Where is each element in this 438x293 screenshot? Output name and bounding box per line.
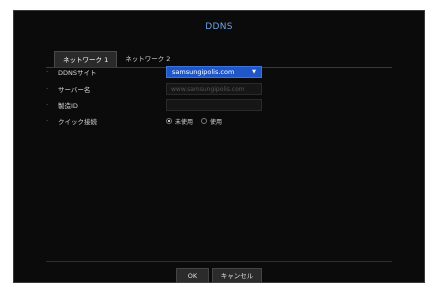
bullet-icon: · xyxy=(46,101,49,109)
radio-use[interactable]: 使用 xyxy=(201,117,222,126)
tab-network-1[interactable]: ネットワーク 1 xyxy=(54,51,118,67)
radio-empty-icon xyxy=(201,118,208,124)
ddns-dialog: DDNS ネットワーク 1 ネットワーク 2 · DDNSサイト samsung… xyxy=(13,10,425,283)
radio-use-label: 使用 xyxy=(210,118,223,126)
dialog-title: DDNS xyxy=(205,22,233,32)
footer-divider xyxy=(46,261,392,262)
server-name-placeholder: www.samsungipolis.com xyxy=(171,85,245,93)
radio-selected-icon xyxy=(166,118,172,124)
product-id-row: · 製造ID xyxy=(46,99,78,111)
bullet-icon: · xyxy=(46,85,49,93)
ok-button[interactable]: OK xyxy=(176,268,209,283)
server-name-label: サーバー名 xyxy=(58,86,91,94)
cancel-button[interactable]: キャンセル xyxy=(212,268,262,283)
radio-unused-label: 未使用 xyxy=(175,118,194,126)
product-id-input[interactable] xyxy=(166,99,262,111)
server-name-row: · サーバー名 xyxy=(46,83,90,95)
bullet-icon: · xyxy=(46,117,49,125)
quick-connect-row: · クイック接続 xyxy=(46,115,97,127)
server-name-input[interactable]: www.samsungipolis.com xyxy=(166,83,262,95)
ddns-site-value: samsungipolis.com xyxy=(172,68,235,76)
chevron-down-icon: ▼ xyxy=(252,69,256,75)
tab-bar: ネットワーク 1 ネットワーク 2 xyxy=(54,51,178,67)
quick-connect-radios: 未使用 使用 xyxy=(166,115,222,127)
quick-connect-label: クイック接続 xyxy=(58,118,97,126)
ddns-site-select[interactable]: samsungipolis.com ▼ xyxy=(166,66,262,78)
tab-network-2[interactable]: ネットワーク 2 xyxy=(117,51,178,67)
ddns-site-label: DDNSサイト xyxy=(58,69,97,77)
product-id-label: 製造ID xyxy=(58,102,78,110)
radio-unused[interactable]: 未使用 xyxy=(166,117,193,126)
ddns-site-row: · DDNSサイト xyxy=(46,66,97,78)
dialog-buttons: OK キャンセル xyxy=(14,268,424,283)
bullet-icon: · xyxy=(46,68,49,76)
